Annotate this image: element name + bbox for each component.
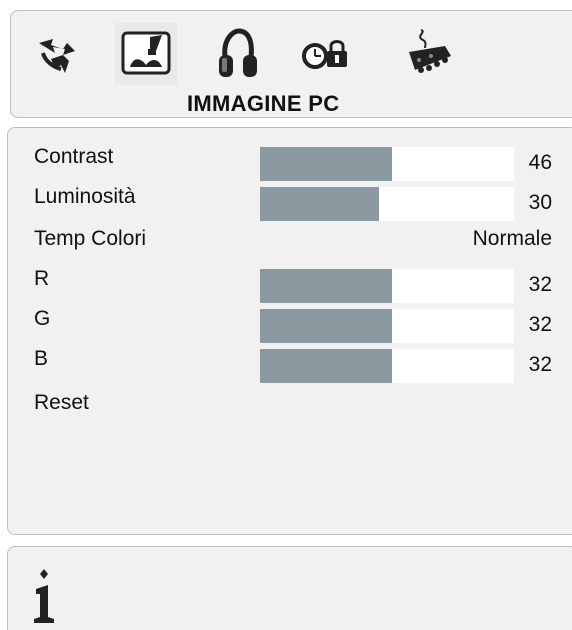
connector-icon	[409, 29, 451, 73]
menu-category-sound[interactable]	[207, 23, 269, 85]
menu-category-timer-lock[interactable]	[295, 23, 357, 85]
menu-category-picture[interactable]	[115, 23, 177, 85]
clock-lock-icon	[302, 40, 347, 69]
menu-header-panel: IMMAGINE PC	[10, 10, 572, 118]
contrast-slider[interactable]	[260, 147, 514, 181]
setting-value: 32	[528, 313, 552, 336]
setting-label: B	[34, 347, 49, 370]
setting-value: 30	[528, 191, 552, 214]
color-temp-value: Normale	[472, 227, 552, 250]
info-icon	[34, 569, 54, 623]
headphones-icon	[219, 28, 257, 77]
setting-label: G	[34, 307, 51, 330]
blue-slider[interactable]	[260, 349, 514, 383]
tv-osd-screen: IMMAGINE PC Contrast 46 Luminosità 30 Te…	[0, 0, 572, 630]
setting-value: 32	[528, 273, 552, 296]
green-slider[interactable]	[260, 309, 514, 343]
setting-row-color-temp[interactable]: Temp Colori Normale	[34, 224, 554, 258]
setting-label: R	[34, 267, 50, 290]
setting-row-reset[interactable]: Reset	[34, 388, 554, 422]
slider-fill	[260, 349, 393, 383]
setting-label: Contrast	[34, 145, 114, 168]
slider-fill	[260, 187, 380, 221]
brightness-slider[interactable]	[260, 187, 514, 221]
red-slider[interactable]	[260, 269, 514, 303]
reset-label: Reset	[34, 391, 89, 414]
setting-label: Luminosità	[34, 185, 136, 208]
setting-value: 46	[528, 151, 552, 174]
arrows-icon	[39, 39, 75, 73]
menu-category-source[interactable]	[397, 23, 459, 85]
setting-row-brightness[interactable]: Luminosità 30	[34, 182, 554, 221]
picture-icon	[121, 31, 171, 75]
menu-title: IMMAGINE PC	[187, 91, 340, 116]
info-panel	[7, 546, 572, 630]
setting-row-green[interactable]: G 32	[34, 304, 554, 343]
setting-label: Temp Colori	[34, 227, 147, 250]
settings-panel: Contrast 46 Luminosità 30 Temp Colori No…	[7, 127, 572, 535]
slider-fill	[260, 269, 393, 303]
setting-row-blue[interactable]: B 32	[34, 344, 554, 383]
menu-category-setup[interactable]	[27, 23, 89, 85]
slider-fill	[260, 147, 393, 181]
slider-fill	[260, 309, 393, 343]
setting-row-red[interactable]: R 32	[34, 264, 554, 303]
setting-value: 32	[528, 353, 552, 376]
setting-row-contrast[interactable]: Contrast 46	[34, 142, 554, 181]
